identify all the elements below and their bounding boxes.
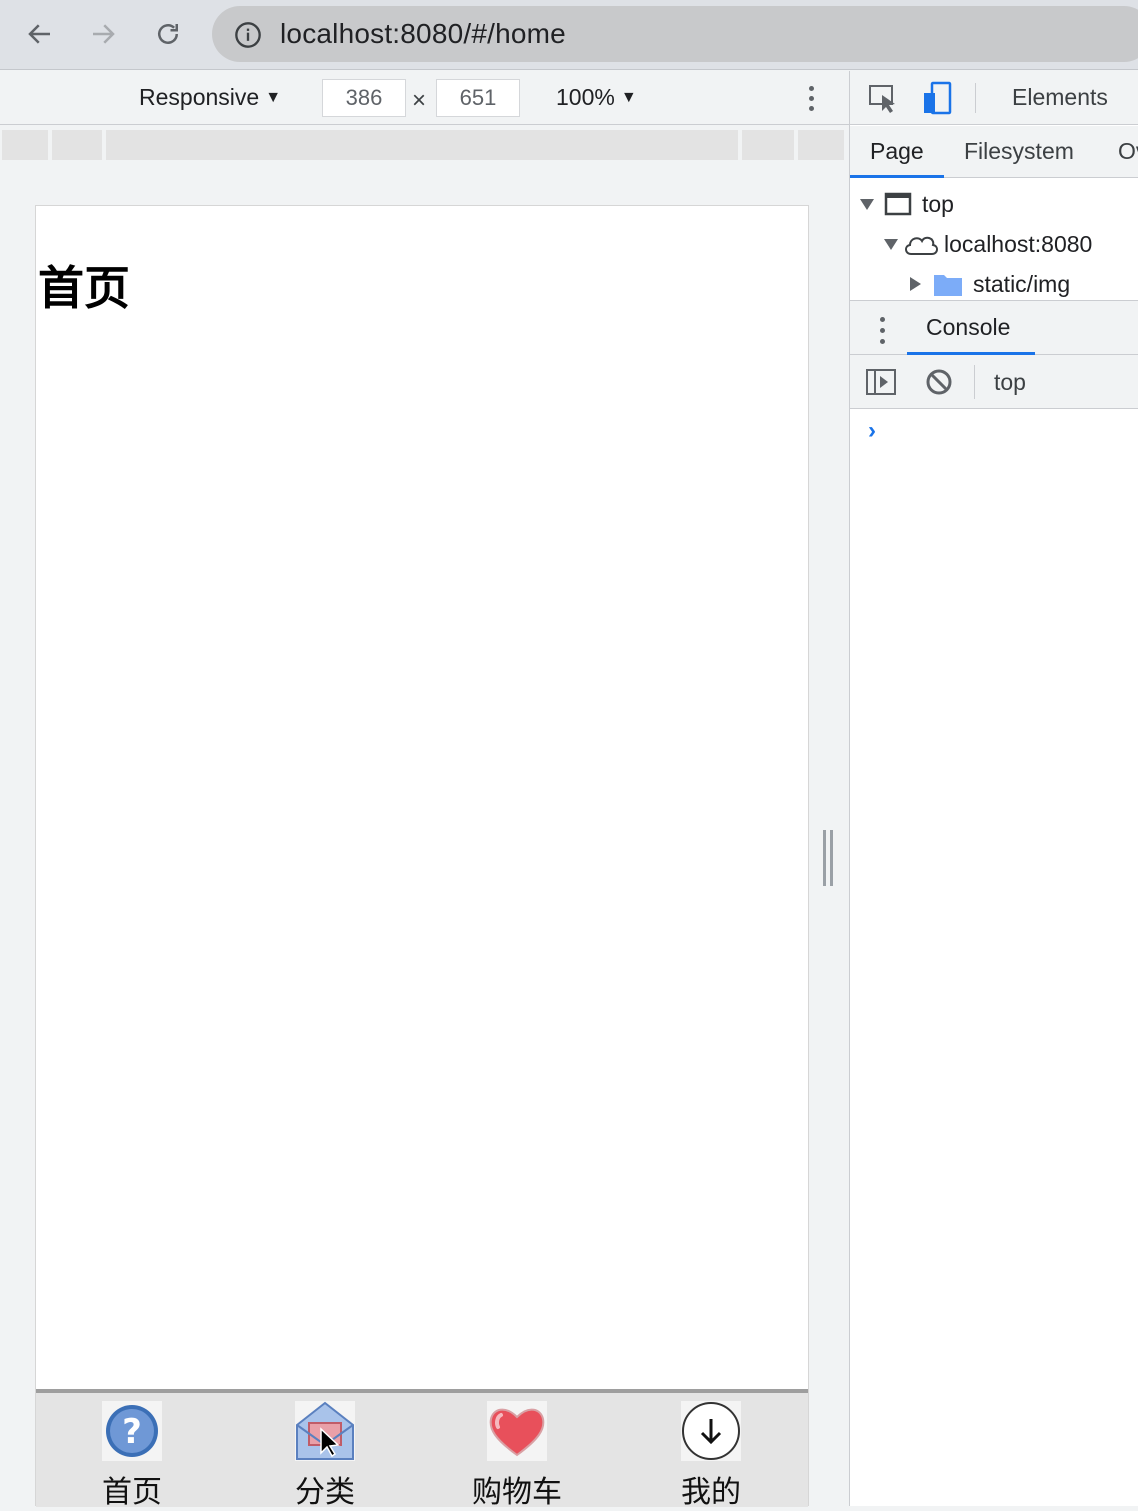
frame-icon: [884, 192, 912, 216]
drawer-menu-icon[interactable]: [878, 315, 886, 345]
devtools-panel: Elements Page Filesystem Ov top localhos…: [849, 71, 1138, 1506]
mail-envelope-icon: [295, 1401, 355, 1461]
tab-console[interactable]: Console: [926, 314, 1010, 341]
media-query-segment[interactable]: [798, 130, 844, 160]
info-icon[interactable]: [234, 21, 262, 49]
tree-item-origin[interactable]: localhost:8080: [884, 226, 1092, 262]
toolbar-divider: [975, 83, 976, 113]
media-query-segment[interactable]: [742, 130, 794, 160]
console-prompt[interactable]: ›: [868, 417, 876, 445]
tab-label: 购物车: [472, 1475, 562, 1510]
device-toggle-icon[interactable]: [920, 81, 954, 115]
zoom-select[interactable]: 100% ▼: [556, 84, 637, 111]
page-title: 首页: [38, 261, 130, 315]
viewport-resize-handle[interactable]: [821, 830, 835, 886]
help-circle-icon: ?: [102, 1401, 162, 1461]
tree-label: static/img: [973, 270, 1071, 297]
device-select[interactable]: Responsive ▼: [139, 84, 281, 111]
media-query-segment[interactable]: [52, 130, 102, 160]
download-circle-icon: [681, 1401, 741, 1461]
media-query-segment[interactable]: [106, 130, 738, 160]
clear-console-icon[interactable]: [925, 368, 953, 396]
heart-icon: [487, 1401, 547, 1461]
active-tab-indicator: [850, 175, 944, 178]
tree-label: top: [922, 190, 954, 217]
tab-category[interactable]: 分类: [265, 1401, 385, 1511]
bottom-tabbar: ? 首页 分类 购物车 我的: [36, 1389, 808, 1510]
address-bar[interactable]: localhost:8080/#/home: [212, 6, 1138, 62]
device-label: Responsive: [139, 84, 260, 110]
context-selector[interactable]: top: [994, 369, 1026, 396]
tab-page[interactable]: Page: [870, 138, 924, 165]
drawer-tabbar: Console: [850, 300, 1138, 355]
zoom-label: 100%: [556, 84, 615, 110]
svg-text:?: ?: [122, 1412, 142, 1452]
url-text[interactable]: localhost:8080/#/home: [280, 18, 566, 50]
tab-filesystem[interactable]: Filesystem: [964, 138, 1074, 165]
tab-label: 分类: [295, 1475, 355, 1510]
height-input[interactable]: 651: [436, 79, 520, 117]
more-options-icon[interactable]: [802, 83, 820, 113]
device-toolbar: Responsive ▼ 386 × 651 100% ▼: [0, 71, 849, 125]
tab-label: 我的: [681, 1475, 741, 1510]
toolbar-divider: [974, 365, 975, 399]
devtools-toolbar: Elements: [850, 71, 1138, 125]
collapse-arrow-icon[interactable]: [910, 277, 921, 291]
caret-down-icon: ▼: [620, 89, 637, 106]
media-query-bar: [0, 126, 849, 164]
tab-elements[interactable]: Elements: [1012, 84, 1108, 111]
arrow-left-icon: [28, 24, 50, 44]
back-button[interactable]: [20, 14, 60, 54]
tree-item-top[interactable]: top: [860, 186, 954, 222]
tree-label: localhost:8080: [944, 230, 1093, 257]
reload-icon: [158, 24, 178, 44]
expand-arrow-icon[interactable]: [860, 198, 874, 210]
width-input[interactable]: 386: [322, 79, 406, 117]
tree-item-folder[interactable]: static/img: [910, 266, 1070, 302]
dimension-separator: ×: [412, 87, 427, 114]
expand-arrow-icon[interactable]: [884, 238, 898, 250]
tab-cart[interactable]: 购物车: [457, 1401, 577, 1511]
media-query-segment[interactable]: [2, 130, 48, 160]
tab-home[interactable]: ? 首页: [72, 1401, 192, 1511]
sidebar-toggle-icon[interactable]: [866, 368, 896, 396]
sources-navigator-tabs: Page Filesystem Ov: [850, 126, 1138, 178]
inspect-element-icon[interactable]: [866, 81, 900, 115]
tab-label: 首页: [102, 1475, 162, 1510]
emulated-viewport: 首页 ? 首页 分类 购物车 我的: [35, 205, 809, 1510]
tab-overrides[interactable]: Ov: [1118, 138, 1138, 165]
forward-button[interactable]: [83, 14, 123, 54]
browser-toolbar: localhost:8080/#/home: [0, 0, 1138, 70]
console-toolbar: top: [850, 355, 1138, 409]
tab-mine[interactable]: 我的: [651, 1401, 771, 1511]
caret-down-icon: ▼: [265, 89, 282, 106]
cloud-icon: [905, 236, 938, 255]
arrow-right-icon: [93, 24, 115, 44]
reload-button[interactable]: [148, 14, 188, 54]
folder-icon: [934, 275, 962, 296]
